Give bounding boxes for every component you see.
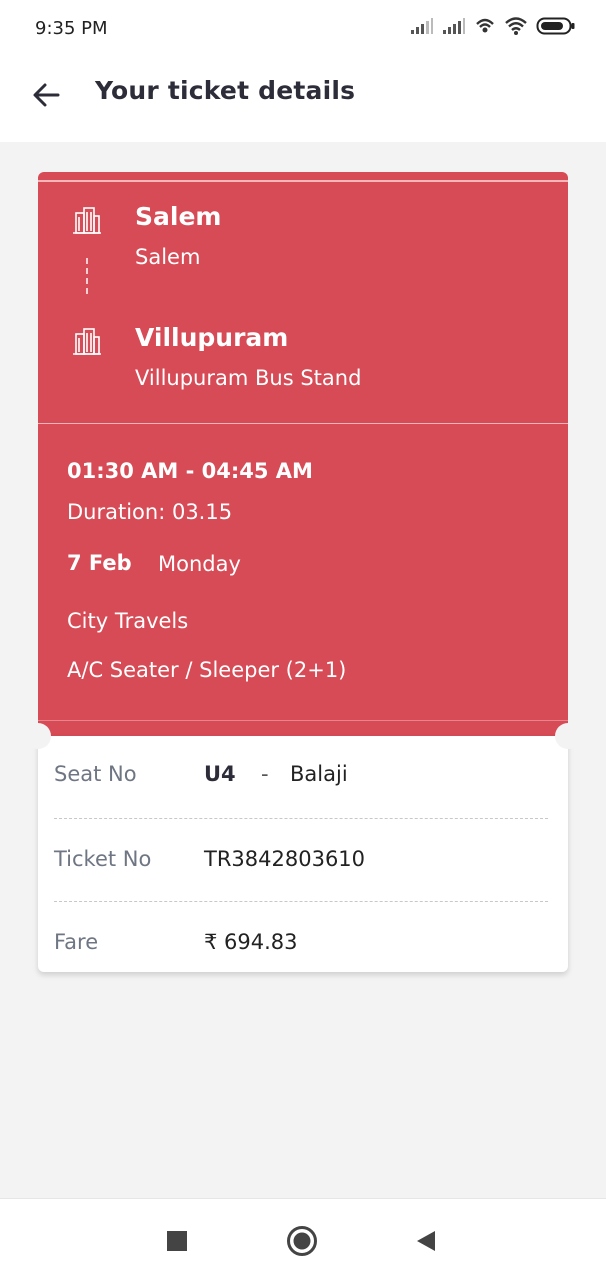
passenger-name: Balaji <box>290 762 348 786</box>
ticket-notch-right <box>555 723 581 749</box>
from-boarding-point: Salem <box>135 245 201 269</box>
trip-date: 7 Feb <box>67 551 132 575</box>
to-dropping-point: Villupuram Bus Stand <box>135 366 362 390</box>
ticket-number-row: Ticket No TR3842803610 <box>54 847 548 907</box>
trip-day: Monday <box>158 552 241 576</box>
bottom-divider <box>38 720 568 721</box>
seat-row: Seat No U4 - Balaji <box>54 762 548 822</box>
operator-name: City Travels <box>67 609 189 633</box>
ticket-number-value: TR3842803610 <box>204 847 366 871</box>
page-title: Your ticket details <box>95 76 356 105</box>
status-time: 9:35 PM <box>35 18 108 39</box>
seat-label: Seat No <box>54 762 137 786</box>
ticket-details-section: Seat No U4 - Balaji Ticket No TR38428036… <box>38 736 568 972</box>
app-bar: Your ticket details <box>0 58 606 142</box>
status-icons <box>410 16 576 36</box>
back-triangle-icon[interactable] <box>414 1229 438 1253</box>
section-divider <box>38 423 568 424</box>
row-divider <box>54 818 548 819</box>
ticket-card: Salem Salem Villupuram Villupuram Bus St… <box>25 172 581 972</box>
system-nav-bar <box>0 1198 606 1281</box>
fare-value: ₹ 694.83 <box>204 930 298 954</box>
wifi-icon <box>505 17 527 35</box>
route-dotted-line <box>86 258 90 294</box>
building-icon-to <box>73 328 101 355</box>
back-arrow-icon <box>33 83 60 107</box>
signal-icon <box>411 18 433 34</box>
battery-icon <box>536 17 575 35</box>
from-city: Salem <box>135 202 222 231</box>
ticket-journey-section: Salem Salem Villupuram Villupuram Bus St… <box>38 172 568 736</box>
home-circle-icon[interactable] <box>286 1225 318 1257</box>
ticket-notch-left <box>25 723 51 749</box>
seat-number: U4 <box>204 762 236 786</box>
top-divider <box>38 180 568 182</box>
row-divider <box>54 901 548 902</box>
hotspot-icon <box>476 18 494 33</box>
fare-row: Fare ₹ 694.83 <box>54 930 548 990</box>
signal-icon-2 <box>443 18 465 34</box>
time-range: 01:30 AM - 04:45 AM <box>67 459 313 483</box>
status-bar: 9:35 PM <box>0 0 606 58</box>
building-icon-from <box>73 207 101 234</box>
trip-duration: Duration: 03.15 <box>67 500 233 524</box>
seat-separator: - <box>261 762 269 786</box>
ticket-number-label: Ticket No <box>54 847 152 871</box>
to-city: Villupuram <box>135 323 289 352</box>
bus-type: A/C Seater / Sleeper (2+1) <box>67 658 347 682</box>
fare-label: Fare <box>54 930 99 954</box>
recents-square-icon[interactable] <box>166 1230 188 1252</box>
back-button[interactable] <box>28 76 68 116</box>
